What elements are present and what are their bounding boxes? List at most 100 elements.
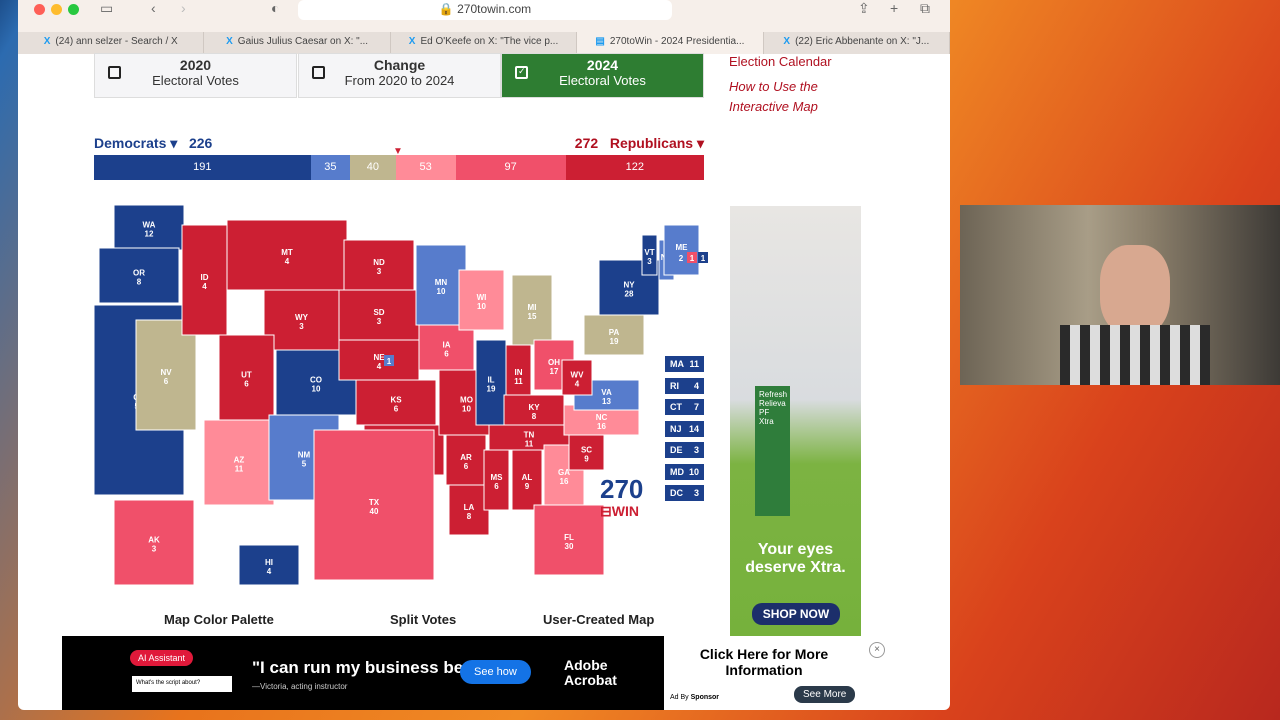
state-nv[interactable]: NV6 xyxy=(135,319,197,431)
state-votes: 9 xyxy=(525,482,530,491)
us-electoral-map[interactable]: WA12OR8CA54NV6ID4MT4WY3UT6AZ11CO10NM5ND3… xyxy=(94,200,714,600)
shield-icon[interactable]: ◐ xyxy=(271,0,279,16)
state-label: NE xyxy=(373,353,385,362)
state-label: AZ xyxy=(234,456,245,465)
state-ky[interactable]: KY8 xyxy=(503,394,565,426)
state-ut[interactable]: UT6 xyxy=(218,334,275,421)
new-tab-icon[interactable]: + xyxy=(890,0,898,16)
state-label: IA xyxy=(443,341,451,350)
maine-district-box[interactable]: 1 xyxy=(698,252,708,263)
state-or[interactable]: OR8 xyxy=(98,247,180,304)
view-subtitle: Electoral Votes xyxy=(152,73,239,88)
browser-tab[interactable]: X (22) Eric Abbenante on X: "J... xyxy=(764,32,950,54)
state-id[interactable]: ID4 xyxy=(181,224,228,336)
small-state-ct[interactable]: CT 7 xyxy=(665,399,704,415)
state-label: MD xyxy=(670,466,684,477)
state-az[interactable]: AZ11 xyxy=(203,419,275,506)
view-button-change[interactable]: Change From 2020 to 2024 xyxy=(298,53,501,98)
state-tx[interactable]: TX40 xyxy=(313,429,435,581)
state-label: CT xyxy=(670,402,682,412)
state-il[interactable]: IL19 xyxy=(475,339,507,426)
state-label: NC xyxy=(596,413,608,422)
state-votes: 11 xyxy=(525,440,534,449)
state-wi[interactable]: WI10 xyxy=(458,269,505,331)
state-votes: 28 xyxy=(625,290,634,299)
state-ia[interactable]: IA6 xyxy=(418,324,475,371)
state-votes: 19 xyxy=(610,337,619,346)
ad-product-box: Refresh Relieva PF Xtra xyxy=(755,386,790,516)
view-button-2020[interactable]: 2020 Electoral Votes xyxy=(94,53,297,98)
zoom-window-button[interactable] xyxy=(68,4,79,15)
small-state-dc[interactable]: DC 3 xyxy=(665,485,704,501)
small-state-md[interactable]: MD 10 xyxy=(665,463,704,480)
sponsor-headline: Click Here for More Information xyxy=(699,646,829,678)
see-more-button[interactable]: See More xyxy=(794,686,856,703)
maine-district-box[interactable]: 2 xyxy=(676,252,686,263)
link-how-to-use[interactable]: How to Use the Interactive Map xyxy=(729,77,863,117)
sponsor-ad[interactable]: Click Here for More Information Ad By Sp… xyxy=(664,636,894,710)
nebraska-district-box[interactable]: 1 xyxy=(384,355,394,366)
browser-tab[interactable]: X (24) ann selzer - Search / X xyxy=(18,32,205,54)
state-ar[interactable]: AR6 xyxy=(445,434,487,486)
checkbox[interactable] xyxy=(312,66,325,79)
browser-tab[interactable]: X Gaius Julius Caesar on X: "... xyxy=(204,32,391,54)
state-wa[interactable]: WA12 xyxy=(113,204,185,251)
minimize-window-button[interactable] xyxy=(51,4,62,15)
tab-overview-icon[interactable]: ⧉ xyxy=(920,0,930,17)
state-la[interactable]: LA8 xyxy=(448,484,490,536)
state-ak[interactable]: AK3 xyxy=(113,499,195,586)
state-me[interactable]: ME xyxy=(663,224,700,276)
adobe-ad[interactable]: AI Assistant What's the script about? "I… xyxy=(62,636,664,710)
state-votes: 3 xyxy=(647,257,652,266)
sidebar-icon[interactable]: ▭ xyxy=(100,0,113,17)
state-label: SC xyxy=(581,446,592,455)
state-vt[interactable]: VT3 xyxy=(641,234,658,276)
state-mi[interactable]: MI15 xyxy=(511,274,553,346)
state-ne[interactable]: NE4 xyxy=(338,339,420,381)
refresh-ad[interactable]: Refresh Relieva PF Xtra Your eyes deserv… xyxy=(730,206,861,636)
person-shirt xyxy=(1060,325,1210,385)
state-label: OH xyxy=(548,358,560,367)
state-votes: 4 xyxy=(285,257,290,266)
see-how-button[interactable]: See how xyxy=(460,660,531,684)
checkbox[interactable] xyxy=(108,66,121,79)
browser-tab[interactable]: ▤ 270toWin - 2024 Presidentia... xyxy=(577,32,764,54)
shop-now-button[interactable]: SHOP NOW xyxy=(752,603,840,625)
checkbox[interactable]: ✓ xyxy=(515,66,528,79)
dem-count: 226 xyxy=(188,135,213,151)
small-state-de[interactable]: DE 3 xyxy=(665,442,704,458)
dem-total[interactable]: Democrats ▾ 226 xyxy=(94,135,212,152)
state-hi[interactable]: HI4 xyxy=(238,544,300,586)
close-ad-icon[interactable]: × xyxy=(869,642,885,658)
person-face xyxy=(1100,245,1170,335)
bottom-tab[interactable]: Split Votes xyxy=(390,612,456,627)
maine-district-box[interactable]: 1 xyxy=(687,252,697,263)
address-bar[interactable]: 🔒 270towin.com xyxy=(298,0,672,20)
state-al[interactable]: AL9 xyxy=(511,449,543,511)
browser-tab[interactable]: X Ed O'Keefe on X: "The vice p... xyxy=(391,32,578,54)
bottom-tab[interactable]: Map Color Palette xyxy=(164,612,274,627)
state-wv[interactable]: WV4 xyxy=(561,359,593,396)
share-icon[interactable]: ⇪ xyxy=(858,0,870,17)
state-ks[interactable]: KS6 xyxy=(355,379,437,426)
state-label: TX xyxy=(369,498,380,507)
small-state-ri[interactable]: RI 4 xyxy=(665,377,704,394)
state-sc[interactable]: SC9 xyxy=(568,434,605,471)
state-wy[interactable]: WY3 xyxy=(263,289,340,351)
view-button-2024[interactable]: ✓ 2024 Electoral Votes xyxy=(501,53,704,98)
small-state-nj[interactable]: NJ 14 xyxy=(665,420,704,437)
rep-total[interactable]: 272 Republicans ▾ xyxy=(575,135,704,152)
back-icon[interactable]: ‹ xyxy=(151,0,156,16)
small-state-ma[interactable]: MA 11 xyxy=(665,356,704,372)
tab-label: 270toWin - 2024 Presidentia... xyxy=(609,36,745,47)
link-election-calendar[interactable]: Election Calendar xyxy=(729,54,863,69)
close-window-button[interactable] xyxy=(34,4,45,15)
state-nd[interactable]: ND3 xyxy=(343,239,415,291)
state-mt[interactable]: MT4 xyxy=(226,219,348,291)
forward-icon[interactable]: › xyxy=(181,0,186,16)
state-fl[interactable]: FL30 xyxy=(533,504,605,576)
state-pa[interactable]: PA19 xyxy=(583,314,645,356)
bottom-tab[interactable]: User-Created Map xyxy=(543,612,654,627)
state-ms[interactable]: MS6 xyxy=(483,449,510,511)
state-sd[interactable]: SD3 xyxy=(338,289,420,341)
